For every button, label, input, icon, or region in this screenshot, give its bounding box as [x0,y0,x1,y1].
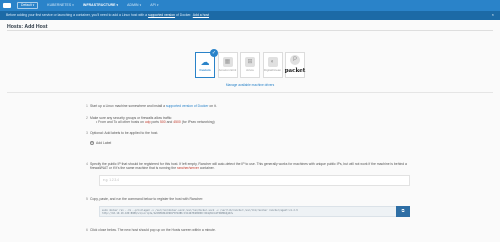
driver-custom[interactable]: ✓ ☁ Custom [195,49,218,78]
packet-logo-text: packet [284,68,306,75]
port-code-2: 4500 [173,120,181,125]
supported-version-link[interactable]: supported version [148,13,175,17]
top-nav: Default ▾ Kubernetes ▾ Infrastructure ▾ Ad… [0,0,500,11]
nav-infrastructure[interactable]: Infrastructure ▾ [83,3,118,7]
chevron-down-icon: ▾ [32,2,35,7]
add-host-link[interactable]: Add a host [193,13,209,17]
step-4-text-before: Specify the public IP that should be reg… [90,162,407,171]
step-3-text: Optional: Add labels to be applied to th… [90,131,159,135]
driver-digitalocean[interactable]: ◐ DigitalOcean [262,52,283,78]
amazon-icon: ▦ [222,57,233,68]
step-2: 2 Make sure any security groups or firew… [86,116,420,124]
add-label-button[interactable]: + Add Label [90,140,420,146]
close-icon[interactable]: × [492,12,494,18]
nav-kubernetes[interactable]: Kubernetes ▾ [47,3,74,7]
chevron-down-icon: ▾ [116,2,119,7]
driver-packet[interactable]: P packet [285,52,305,78]
digitalocean-icon: ◐ [267,57,278,68]
step-4: 4 Specify the public IP that should be r… [86,162,420,171]
nav-admin[interactable]: Admin ▾ [127,3,141,7]
add-label-text: Add Label [96,141,112,146]
rancher-server-code: rancher/server [177,166,199,171]
driver-label: DigitalOcean [263,68,282,73]
banner-text-before: Before adding your first service or laun… [6,13,148,18]
step-number: 4 [86,162,88,166]
chevron-down-icon: ▾ [139,2,142,7]
step-6-text: Click close below. The new host should p… [90,228,216,232]
driver-label: Custom [199,68,211,73]
chevron-down-icon: ▾ [72,2,74,7]
nav-api-label: API [150,3,156,8]
environment-label: Default [21,3,32,8]
environment-switcher[interactable]: Default ▾ [17,2,39,9]
step-number: 3 [86,131,88,135]
nav-admin-label: Admin [127,3,139,8]
bullet-mid-2: and [166,120,173,125]
public-ip-input[interactable]: e.g. 1.2.3.4 [99,175,410,186]
step-number: 6 [86,228,88,232]
plus-icon: + [90,140,94,146]
bullet-icon: • [96,120,98,125]
protocol-code: udp [144,120,151,125]
step-number: 5 [86,197,88,201]
step-1-text-before: Start up a Linux machine somewhere and i… [90,104,166,108]
banner-text-mid: of Docker. [176,13,192,18]
nav-api[interactable]: API ▾ [150,3,158,7]
step-5-text: Copy, paste, and run the command below t… [90,197,204,201]
azure-icon: ⊞ [245,57,255,68]
step-3: 3 Optional: Add labels to be applied to … [86,131,420,146]
bullet-text-after: (for IPsec networking) [181,120,215,125]
registration-command[interactable]: sudo docker run --rm --privileged -v /va… [99,206,403,217]
machine-driver-list: ✓ ☁ Custom ▦ Amazon EC2 ⊞ Azure ◐ Digita… [0,49,500,80]
manage-drivers-link[interactable]: Manage available machine drivers [0,83,500,88]
info-banner: Before adding your first service or laun… [0,11,500,20]
step-1: 1 Start up a Linux machine somewhere and… [86,104,420,108]
packet-icon: P [290,55,300,66]
bullet-text-before: From and To all other hosts on [98,120,144,125]
firewall-rule: • From and To all other hosts on udp por… [96,120,420,124]
nav-kubernetes-label: Kubernetes [47,3,72,8]
driver-azure[interactable]: ⊞ Azure [240,52,260,78]
copy-button[interactable]: ⧉ [396,206,410,217]
driver-amazon-ec2[interactable]: ▦ Amazon EC2 [217,52,238,78]
port-code-1: 500 [159,120,166,125]
bullet-mid-1: ports [151,120,159,125]
clipboard-icon: ⧉ [401,208,405,214]
driver-label: Azure [246,68,254,73]
nav-infrastructure-label: Infrastructure [82,3,116,8]
rancher-logo[interactable] [3,3,11,8]
step-1-text-after: on it. [209,104,217,108]
cloud-icon: ☁ [200,56,210,67]
docker-version-link[interactable]: supported version of Docker [166,104,208,108]
step-6: 6 Click close below. The new host should… [86,228,420,232]
driver-label: Amazon EC2 [218,68,237,73]
step-4-text-after: container. [199,166,215,171]
step-number: 2 [86,116,88,120]
step-number: 1 [86,104,88,108]
chevron-down-icon: ▾ [156,2,159,7]
step-5: 5 Copy, paste, and run the command below… [86,197,420,201]
